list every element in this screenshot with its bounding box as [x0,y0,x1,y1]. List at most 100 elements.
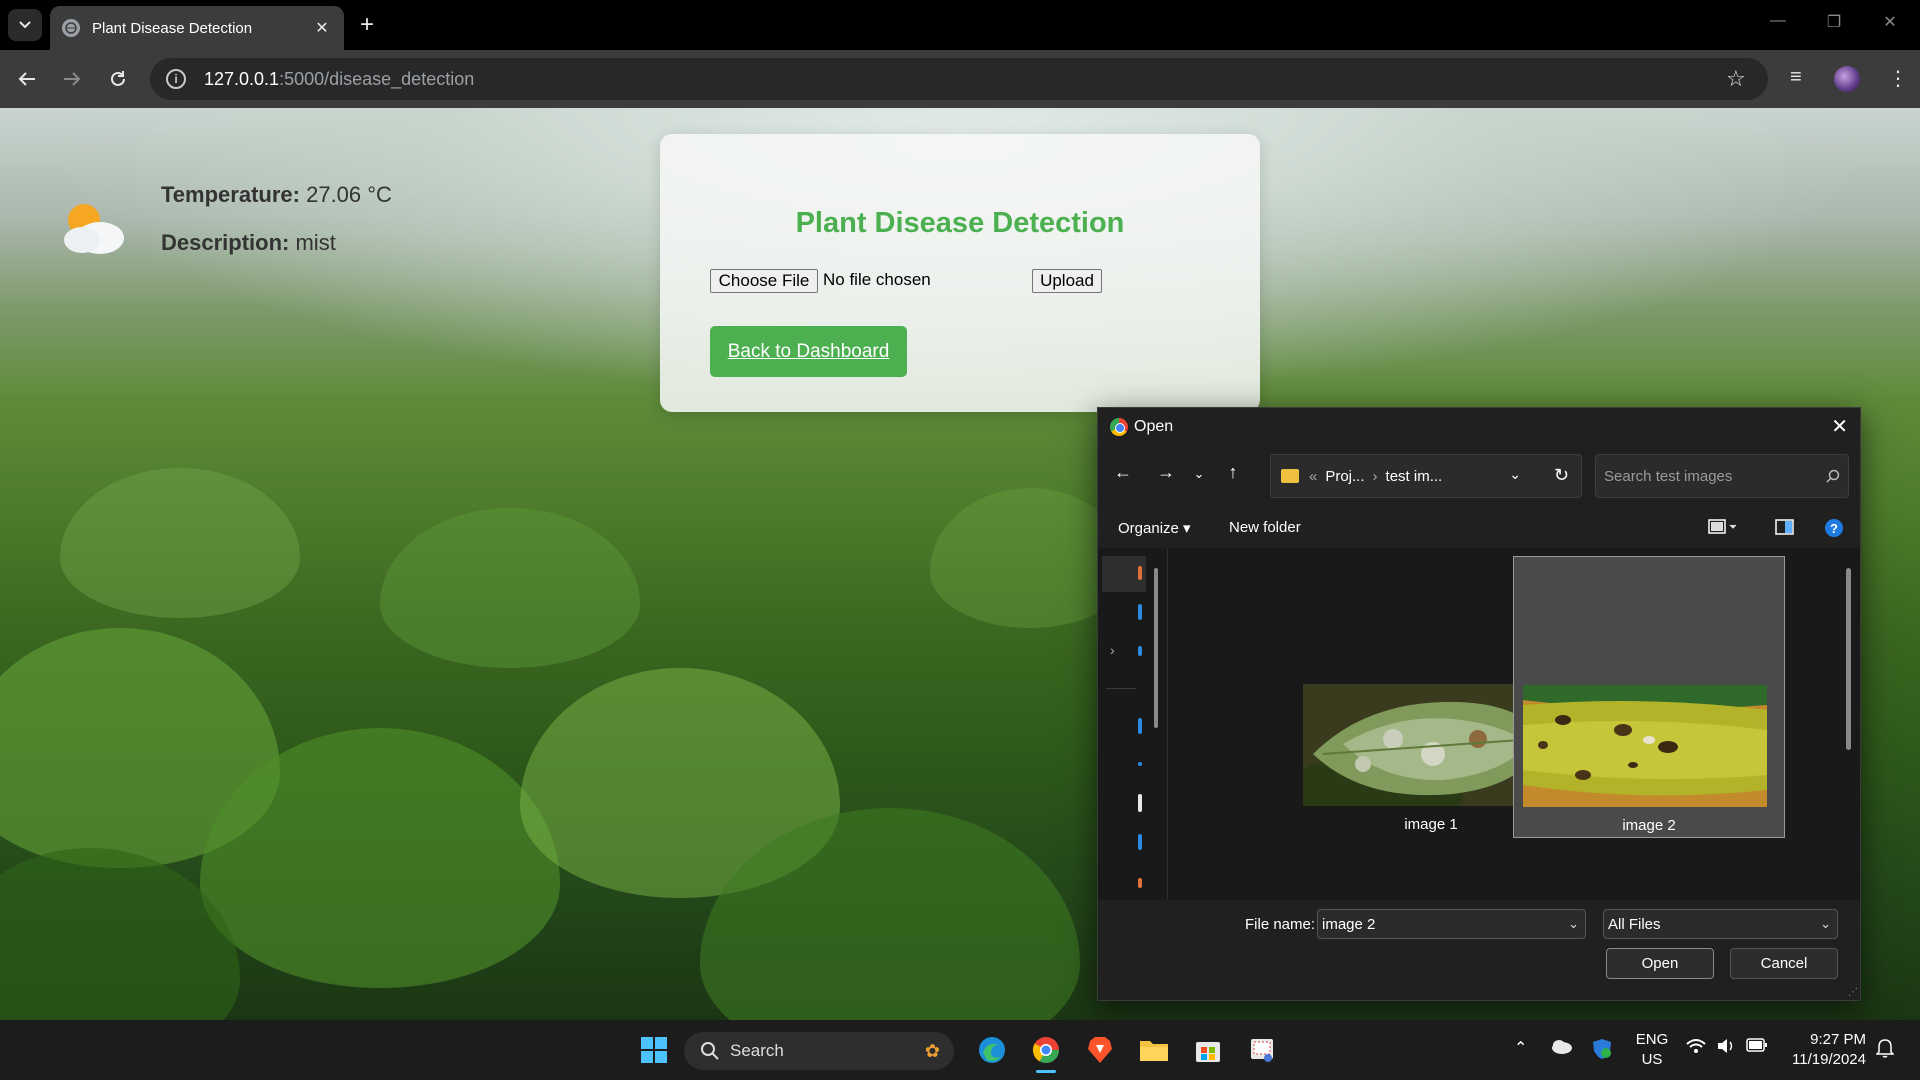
menu-dots-icon[interactable]: ⋮ [1888,66,1908,91]
open-file-dialog: Open ✕ ← → ⌄ ↑ « Proj... › test im... ⌄ … [1097,407,1861,1001]
chevron-down-icon[interactable]: ⌄ [1568,916,1579,932]
refresh-icon[interactable]: ↻ [1554,465,1569,486]
recent-locations-icon[interactable]: ⌄ [1184,466,1214,482]
file-status: No file chosen [823,270,931,289]
microsoft-store-icon[interactable] [1190,1032,1226,1068]
file-name-input[interactable]: image 2 ⌄ [1317,909,1586,939]
address-bar[interactable]: i 127.0.0.1:5000/disease_detection [150,58,1768,100]
description-line: Description: mist [161,230,336,256]
taskbar [0,1020,1920,1080]
nav-item-icon[interactable] [1138,762,1142,766]
forward-button[interactable] [57,64,87,94]
nav-item-icon[interactable] [1138,878,1142,888]
chevron-down-icon: ⌄ [1820,916,1831,931]
snipping-tool-icon[interactable] [1244,1032,1280,1068]
nav-item-icon[interactable] [1138,604,1142,620]
page-title: Plant Disease Detection [795,207,1125,239]
new-folder-button[interactable]: New folder [1229,519,1301,536]
image-thumbnail [1303,684,1547,806]
up-folder-icon[interactable]: ↑ [1218,462,1248,483]
bookmark-star-icon[interactable]: ☆ [1726,66,1746,92]
path-dropdown-icon[interactable]: ⌄ [1509,466,1521,483]
back-to-dashboard-button[interactable]: Back to Dashboard [710,326,907,377]
back-arrow-icon [18,72,35,86]
file-item-selected[interactable]: image 2 [1513,556,1785,838]
battery-icon[interactable] [1746,1038,1768,1056]
show-hidden-icons-icon[interactable]: ⌃ [1514,1038,1527,1058]
file-name-value: image 2 [1322,915,1376,933]
preview-pane-icon[interactable] [1775,518,1795,536]
brave-icon[interactable] [1082,1032,1118,1068]
temperature-label: Temperature: [161,182,300,207]
active-app-indicator [1036,1070,1056,1073]
wifi-icon[interactable] [1686,1038,1706,1058]
resize-grip-icon[interactable]: ⋰ [1848,987,1858,998]
nav-item-icon[interactable] [1138,646,1142,656]
upload-button[interactable]: Upload [1032,269,1102,293]
browser-tab[interactable]: Plant Disease Detection ✕ [50,6,344,50]
chevron-down-icon [19,21,31,29]
taskbar-search[interactable]: Search ✿ [684,1032,954,1070]
search-icon [701,1042,719,1060]
leaf-decoration [60,468,300,618]
profile-avatar[interactable] [1834,66,1860,92]
file-explorer-icon[interactable] [1136,1032,1172,1068]
file-name-label: image 2 [1622,817,1676,834]
open-button[interactable]: Open [1606,948,1714,979]
dialog-address-bar[interactable]: « Proj... › test im... ⌄ ↻ [1270,454,1582,498]
media-control-icon[interactable]: ≡ [1790,66,1802,89]
reload-icon [111,71,125,86]
path-segment[interactable]: Proj... [1325,468,1364,485]
search-highlight-icon: ✿ [924,1040,940,1061]
tab-close-icon[interactable]: ✕ [312,18,332,38]
nav-item-icon[interactable] [1138,718,1142,734]
dialog-command-bar [1098,508,1860,548]
image-thumbnail [1523,685,1767,807]
clock-date: 11/19/2024 [1792,1051,1866,1068]
dialog-back-icon[interactable]: ← [1108,462,1138,483]
security-shield-icon[interactable] [1592,1038,1612,1064]
help-icon[interactable]: ? [1824,518,1844,537]
taskbar-search-label: Search [730,1041,784,1060]
dialog-titlebar: Open [1110,418,1173,436]
dialog-search-input[interactable]: Search test images [1595,454,1849,498]
url-host: 127.0.0.1 [204,68,280,89]
globe-icon [62,19,80,37]
file-type-select[interactable]: All Files ⌄ [1603,909,1838,939]
chrome-icon[interactable] [1028,1032,1064,1068]
view-options-icon[interactable] [1708,518,1737,536]
nav-item-icon[interactable] [1138,834,1142,850]
volume-icon[interactable] [1716,1038,1736,1058]
file-view: › image 1 image 2 [1098,548,1860,900]
restore-icon[interactable]: ❐ [1814,12,1854,32]
nav-item-icon[interactable] [1138,566,1142,580]
nav-item-icon[interactable] [1138,794,1142,812]
nav-scrollbar[interactable] [1154,568,1158,728]
window-close-icon[interactable]: ✕ [1870,12,1910,32]
reload-button[interactable] [103,64,133,94]
expand-chevron-icon[interactable]: › [1110,642,1115,658]
choose-file-button[interactable]: Choose File [710,269,818,293]
edge-icon[interactable] [974,1032,1010,1068]
dialog-title: Open [1134,418,1174,435]
description-label: Description: [161,230,290,255]
organize-menu[interactable]: Organize ▾ [1118,519,1191,537]
back-button[interactable] [12,64,42,94]
site-info-icon[interactable]: i [166,69,186,89]
minimize-icon[interactable]: — [1758,12,1798,30]
forward-arrow-icon [64,72,81,86]
tab-search-button[interactable] [8,9,42,41]
new-tab-button[interactable]: + [354,12,380,38]
language-indicator[interactable]: ENG US [1634,1030,1670,1070]
system-clock[interactable]: 9:27 PM 11/19/2024 [1780,1030,1866,1070]
path-segment[interactable]: test im... [1386,468,1443,485]
onedrive-cloud-icon[interactable] [1550,1038,1574,1058]
notification-bell-icon[interactable] [1875,1038,1895,1062]
partly-cloudy-icon [58,196,128,256]
cancel-button[interactable]: Cancel [1730,948,1838,979]
upload-card: Plant Disease Detection Choose File No f… [660,134,1260,412]
file-view-scrollbar[interactable] [1846,568,1851,750]
dialog-close-icon[interactable]: ✕ [1831,414,1848,439]
windows-start-icon[interactable] [636,1032,672,1068]
dialog-forward-icon[interactable]: → [1151,462,1181,483]
